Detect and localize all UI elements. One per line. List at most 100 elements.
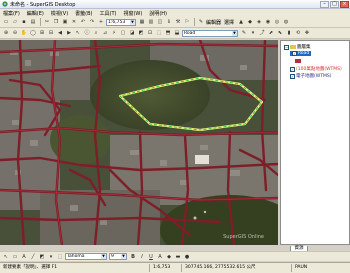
find-icon[interactable]: ⌕	[92, 29, 100, 37]
menu-help[interactable]: 說明(H)	[149, 10, 167, 17]
open-icon[interactable]: ▱	[11, 18, 19, 26]
marker-icon[interactable]: ●	[183, 253, 191, 261]
fill-icon[interactable]: ◩	[38, 253, 46, 261]
tool-icon[interactable]: ▾	[249, 29, 257, 37]
menu-view[interactable]: 檢視(V)	[51, 10, 68, 17]
chevron-down-icon[interactable]: ▼	[121, 254, 126, 259]
toc-legend-road	[295, 59, 302, 63]
pan-icon[interactable]: ✋	[20, 29, 28, 37]
tool-icon[interactable]: ⬒	[164, 29, 172, 37]
select-icon[interactable]: ↖	[74, 29, 82, 37]
edit-tool-icon[interactable]: ◆	[246, 18, 254, 26]
font-size-combo[interactable]: 9 ▼	[109, 253, 127, 260]
sketch-icon[interactable]: ✎	[240, 29, 248, 37]
rectangle-icon[interactable]: ▭	[11, 253, 19, 261]
minimize-button[interactable]: –	[320, 0, 329, 8]
back-icon[interactable]: ◀	[56, 29, 64, 37]
font-combo[interactable]: Tahoma ▼	[65, 253, 107, 260]
identify-icon[interactable]: ℹ	[165, 18, 173, 26]
add-data-icon[interactable]: +	[97, 18, 105, 26]
menu-bookmarks[interactable]: 書籤(B)	[75, 10, 92, 17]
toc-layer-wtms-1[interactable]: ✓ (100萬點地圖(WTMS)	[290, 66, 342, 72]
tool-icon[interactable]: ⟲	[294, 29, 302, 37]
tool-icon[interactable]: ⊡	[146, 29, 154, 37]
zoom-in-icon[interactable]: ⊕	[2, 29, 10, 37]
copy-icon[interactable]: ❐	[52, 18, 60, 26]
collapse-icon[interactable]: −	[284, 44, 289, 50]
italic-icon[interactable]: I	[138, 253, 146, 261]
new-icon[interactable]: ▭	[2, 18, 10, 26]
line-color-icon[interactable]: ▬	[174, 253, 182, 261]
tool-icon[interactable]: ⚐	[183, 18, 191, 26]
layout-icon[interactable]: ▥	[147, 18, 155, 26]
measure-icon[interactable]: ⊿	[101, 29, 109, 37]
editor-pencil-icon[interactable]: ✎	[197, 18, 205, 26]
tool-icon[interactable]: ◩	[137, 29, 145, 37]
font-value: Tahoma	[67, 254, 85, 259]
hyperlink-icon[interactable]: ⚡	[110, 29, 118, 37]
layer-visibility-checkbox[interactable]: ✓	[290, 73, 295, 79]
font-color-icon[interactable]: A	[156, 253, 164, 261]
window-title: 未命名 - SuperGIS Desktop	[10, 1, 76, 8]
edit-tool-icon[interactable]: ◉	[264, 18, 272, 26]
bold-icon[interactable]: B	[129, 253, 137, 261]
save-icon[interactable]: ▪	[20, 18, 28, 26]
identify-icon[interactable]: ⓘ	[83, 29, 91, 37]
redo-icon[interactable]: ↷	[88, 18, 96, 26]
tool-icon[interactable]: ⬚	[155, 29, 163, 37]
close-button[interactable]: ×	[340, 0, 349, 8]
tool-icon[interactable]: ⚒	[174, 18, 182, 26]
tool-icon[interactable]: ◪	[128, 29, 136, 37]
tool-icon[interactable]: ▢	[119, 29, 127, 37]
edit-tool-icon[interactable]: ◍	[282, 18, 290, 26]
map-icon[interactable]: ◫	[156, 18, 164, 26]
edit-tool-icon[interactable]: ◎	[273, 18, 281, 26]
toc-layer-wtms-2[interactable]: ✓ 電子地圖(WTMS)	[290, 73, 331, 79]
table-icon[interactable]: ▦	[138, 18, 146, 26]
scale-combo[interactable]: 1:6,753 ▼	[106, 18, 136, 26]
layer-visibility-checkbox[interactable]: ✓	[292, 51, 297, 56]
edit-tool-icon[interactable]: ◈	[255, 18, 263, 26]
cut-icon[interactable]: ✂	[43, 18, 51, 26]
line-icon[interactable]: ╱	[29, 253, 37, 261]
text-icon[interactable]: A	[20, 253, 28, 261]
tool-icon[interactable]: ▮	[285, 29, 293, 37]
undo-icon[interactable]: ↶	[79, 18, 87, 26]
toc-root[interactable]: − 圖層集	[284, 44, 311, 50]
menu-edit[interactable]: 編輯(E)	[27, 10, 44, 17]
toc-layer-road[interactable]: ✓ Road	[290, 51, 312, 56]
editor-select[interactable]: 選擇	[224, 19, 234, 26]
separator	[40, 18, 41, 26]
tool-icon[interactable]: ⬚	[56, 253, 64, 261]
chevron-down-icon[interactable]: ▼	[130, 19, 135, 25]
fixed-zoom-out-icon[interactable]: ⊟	[47, 29, 55, 37]
tool-icon[interactable]: ⬉	[276, 29, 284, 37]
print-icon[interactable]: ▤	[29, 18, 37, 26]
full-extent-icon[interactable]: ◯	[29, 29, 37, 37]
tool-icon[interactable]: ⬈	[267, 29, 275, 37]
menu-file[interactable]: 檔案(F)	[3, 10, 20, 17]
tool-icon[interactable]: ⬓	[173, 29, 181, 37]
chevron-down-icon[interactable]: ▼	[101, 254, 106, 259]
select-element-icon[interactable]: ↖	[2, 253, 10, 261]
fixed-zoom-in-icon[interactable]: ⊞	[38, 29, 46, 37]
paste-icon[interactable]: ▣	[61, 18, 69, 26]
fill-color-icon[interactable]: ◆	[165, 253, 173, 261]
editor-menu[interactable]: 編輯器	[206, 19, 221, 26]
chevron-down-icon[interactable]: ▼	[232, 30, 237, 36]
zoom-out-icon[interactable]: ⊖	[11, 29, 19, 37]
tool-icon[interactable]: ✥	[303, 29, 311, 37]
delete-icon[interactable]: ✕	[70, 18, 78, 26]
menu-window[interactable]: 視窗(W)	[123, 10, 142, 17]
title-bar: 未命名 - SuperGIS Desktop – □ ×	[0, 0, 350, 9]
tool-icon[interactable]: ▾	[47, 253, 55, 261]
underline-icon[interactable]: U	[147, 253, 155, 261]
target-layer-combo[interactable]: Road ▼	[182, 29, 238, 37]
layer-visibility-checkbox[interactable]: ✓	[290, 66, 295, 72]
tool-icon[interactable]: ⤴	[258, 29, 266, 37]
edit-tool-icon[interactable]: ▲	[237, 18, 245, 26]
forward-icon[interactable]: ▶	[65, 29, 73, 37]
map-view[interactable]: SuperGIS Online	[0, 40, 278, 245]
maximize-button[interactable]: □	[330, 0, 339, 8]
menu-tools[interactable]: 工具(T)	[100, 10, 117, 17]
